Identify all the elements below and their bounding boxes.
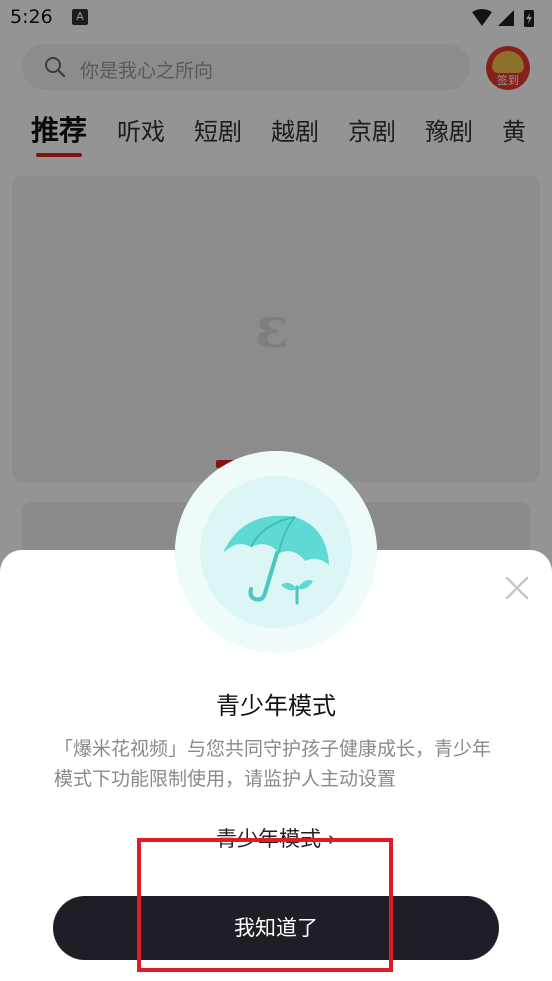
umbrella-badge [175, 451, 377, 653]
modal-title: 青少年模式 [216, 692, 336, 720]
modal-description: 「爆米花视频」与您共同守护孩子健康成长，青少年模式下功能限制使用，请监护人主动设… [54, 738, 492, 790]
close-icon[interactable] [503, 574, 531, 602]
umbrella-icon [223, 515, 329, 605]
highlight-annotation-box [137, 838, 393, 972]
